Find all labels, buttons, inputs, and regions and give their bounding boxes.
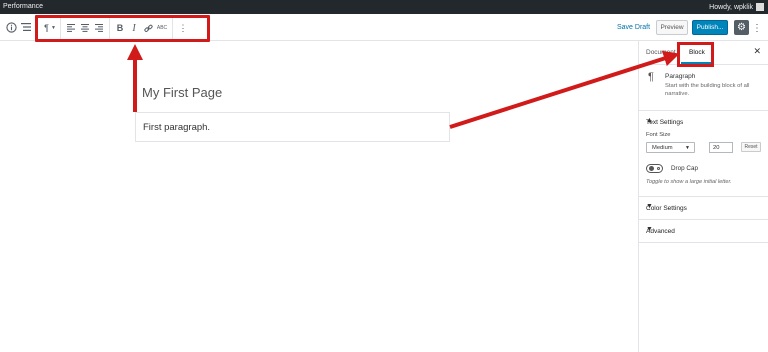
font-size-select[interactable]: Medium ▼ [646,142,695,153]
admin-bar: Performance Howdy, wpklik [0,0,768,14]
outline-icon[interactable] [19,20,33,34]
publish-button[interactable]: Publish... [692,20,728,35]
font-size-selected: Medium [652,145,673,151]
site-name[interactable]: Performance [3,3,43,10]
admin-account[interactable]: Howdy, wpklik [709,3,764,11]
tab-document[interactable]: Document [646,49,676,56]
block-card-title: Paragraph [665,73,696,80]
toggle-off-indicator [657,167,660,170]
drop-cap-toggle[interactable] [646,164,663,173]
chevron-down-icon: ▼ [685,145,690,151]
settings-gear-icon[interactable]: ⚙ [734,20,749,35]
panel-divider [639,242,768,243]
toggle-knob [649,166,654,171]
greeting: Howdy, wpklik [709,3,753,11]
font-size-label: Font Size [646,132,671,138]
more-menu-icon[interactable]: ⋮ [752,21,762,35]
font-size-input[interactable]: 20 [709,142,733,153]
pilcrow-icon: ¶ [648,71,654,83]
block-card-description: Start with the building block of all nar… [665,83,750,97]
close-icon[interactable]: ✕ [753,46,761,57]
sidebar-tabs: Document Block ✕ [639,41,768,67]
settings-sidebar: Document Block ✕ ¶ Paragraph Start with … [638,41,768,352]
preview-button[interactable]: Preview [656,20,688,35]
block-card: ¶ Paragraph Start with the building bloc… [639,65,768,111]
avatar [756,3,764,11]
page-title[interactable]: My First Page [142,85,222,100]
drop-cap-label: Drop Cap [671,165,698,172]
reset-button[interactable]: Reset [741,142,761,152]
chevron-down-icon: ▼ [646,203,653,210]
save-draft-link[interactable]: Save Draft [617,24,650,31]
drop-cap-help: Toggle to show a large initial letter. [646,179,732,185]
paragraph-text[interactable]: First paragraph. [143,122,210,133]
advanced-panel-toggle[interactable]: Advanced ▼ [639,220,768,242]
editor-canvas: My First Page First paragraph. [0,41,638,352]
block-tab-highlight-box [677,42,714,67]
color-settings-panel-toggle[interactable]: Color Settings ▼ [639,197,768,219]
chevron-down-icon: ▼ [646,226,653,233]
editor-header: ¶ ▼ B I ABC ⋮ [0,14,768,42]
chevron-up-icon: ▲ [646,117,653,124]
toolbar-highlight-box [35,15,210,42]
info-icon[interactable] [4,20,18,34]
text-settings-panel-toggle[interactable]: Text Settings ▲ [639,111,768,133]
paragraph-block[interactable]: First paragraph. [135,112,450,142]
